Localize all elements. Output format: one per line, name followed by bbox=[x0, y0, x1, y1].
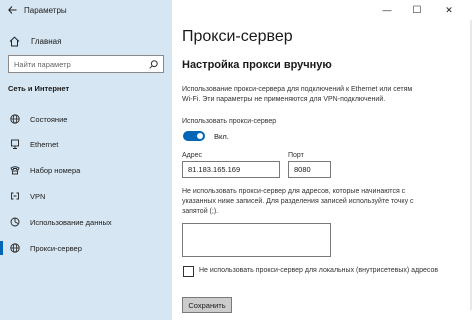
search-icon bbox=[149, 59, 158, 69]
back-button[interactable] bbox=[0, 0, 24, 20]
local-bypass-label: Не использовать прокси-сервер для локаль… bbox=[199, 267, 439, 274]
home-icon bbox=[9, 36, 25, 47]
sidebar: Параметры Главная Найти параметр Сеть и … bbox=[0, 0, 172, 320]
scrollbar[interactable] bbox=[470, 20, 472, 310]
sidebar-item-proxy[interactable]: Прокси-сервер bbox=[0, 237, 172, 259]
globe-icon bbox=[9, 114, 21, 124]
use-proxy-label: Использовать прокси-сервер bbox=[182, 118, 277, 125]
sidebar-item-label: VPN bbox=[30, 191, 46, 201]
globe-icon bbox=[9, 243, 21, 253]
minimize-button[interactable]: — bbox=[373, 0, 401, 20]
back-arrow-icon bbox=[7, 6, 16, 14]
description-text: Использование прокси-сервера для подключ… bbox=[182, 86, 413, 103]
app-titlebar: Параметры bbox=[0, 0, 172, 20]
port-field[interactable]: 8080 bbox=[288, 161, 331, 178]
sidebar-home-label: Главная bbox=[31, 36, 62, 46]
search-input[interactable]: Найти параметр bbox=[8, 55, 164, 73]
section-title: Сеть и Интернет bbox=[8, 84, 70, 93]
dialup-icon bbox=[9, 165, 21, 175]
data-usage-icon bbox=[9, 217, 21, 227]
toggle-state-label: Вкл. bbox=[214, 132, 229, 141]
close-button[interactable]: ✕ bbox=[435, 0, 463, 20]
close-icon: ✕ bbox=[445, 4, 453, 15]
port-label: Порт bbox=[288, 152, 304, 159]
sidebar-item-label: Использование данных bbox=[30, 217, 112, 227]
sidebar-item-vpn[interactable]: VPN bbox=[0, 185, 172, 207]
address-label: Адрес bbox=[182, 152, 203, 159]
main-content: — ☐ ✕ Прокси-сервер Настройка прокси вру… bbox=[172, 0, 473, 320]
exceptions-description: Не использовать прокси-сервер для адресо… bbox=[182, 188, 414, 215]
section-heading: Настройка прокси вручную bbox=[182, 59, 332, 71]
vpn-icon bbox=[9, 191, 21, 201]
sidebar-item-label: Состояние bbox=[30, 114, 68, 124]
sidebar-item-home[interactable]: Главная bbox=[0, 32, 172, 50]
use-proxy-toggle[interactable] bbox=[183, 131, 205, 141]
address-field[interactable]: 81.183.165.169 bbox=[182, 161, 280, 178]
sidebar-item-label: Набор номера bbox=[30, 165, 81, 175]
ethernet-icon bbox=[9, 139, 21, 149]
page-title: Прокси-сервер bbox=[182, 28, 293, 45]
sidebar-item-status[interactable]: Состояние bbox=[0, 108, 172, 130]
save-button[interactable]: Сохранить bbox=[182, 297, 232, 313]
local-bypass-checkbox[interactable] bbox=[183, 266, 194, 277]
app-title: Параметры bbox=[24, 5, 67, 15]
sidebar-item-label: Прокси-сервер bbox=[30, 243, 82, 253]
sidebar-item-data-usage[interactable]: Использование данных bbox=[0, 211, 172, 233]
maximize-icon: ☐ bbox=[412, 4, 422, 16]
maximize-button[interactable]: ☐ bbox=[403, 0, 431, 20]
sidebar-item-dialup[interactable]: Набор номера bbox=[0, 159, 172, 181]
exceptions-textarea[interactable] bbox=[182, 223, 331, 257]
sidebar-item-label: Ethernet bbox=[30, 139, 59, 149]
search-placeholder: Найти параметр bbox=[14, 59, 71, 69]
sidebar-item-ethernet[interactable]: Ethernet bbox=[0, 133, 172, 155]
minimize-icon: — bbox=[382, 5, 392, 15]
